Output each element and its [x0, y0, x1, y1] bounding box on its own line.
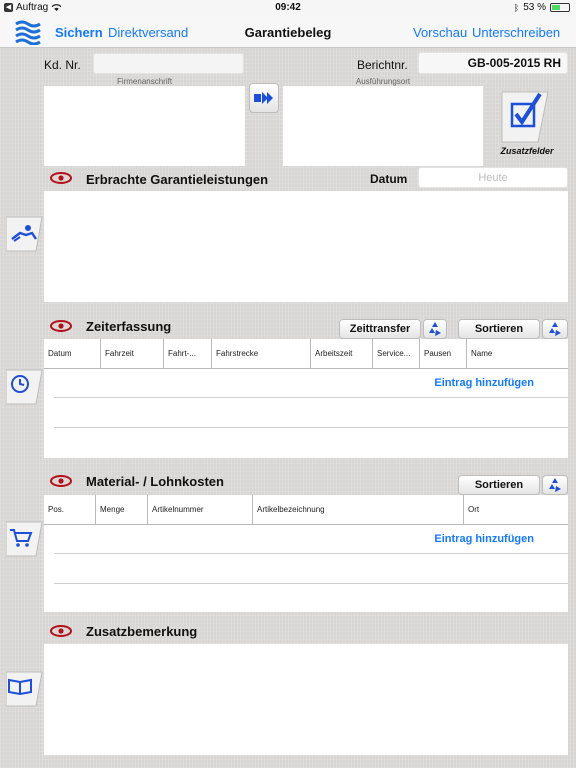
remarks-text-area[interactable] [44, 644, 568, 755]
book-side-button[interactable] [5, 670, 46, 707]
battery-icon [550, 3, 570, 12]
clock-icon [5, 369, 43, 405]
material-recycle-button[interactable] [542, 475, 568, 495]
bluetooth-icon: ᛒ [513, 2, 520, 13]
execution-site-label: Ausführungsort [355, 77, 411, 86]
checkbox-check-icon [501, 91, 549, 143]
time-sort-recycle-button[interactable] [542, 319, 568, 339]
date-label: Datum [370, 172, 408, 186]
cart-icon [5, 521, 43, 557]
recycle-icon [549, 322, 561, 336]
date-input[interactable]: Heute [418, 167, 568, 188]
status-right: ᛒ 53 % [514, 2, 570, 13]
material-sort-button[interactable]: Sortieren [458, 475, 540, 495]
sign-button[interactable]: Unterschreiben [472, 25, 560, 40]
eye-icon[interactable] [50, 625, 72, 637]
status-bar: ◀ Auftrag 09:42 ᛒ 53 % [0, 0, 576, 16]
battery-percent: 53 % [523, 2, 546, 13]
warranty-text-area[interactable] [44, 191, 568, 302]
eye-icon[interactable] [50, 172, 72, 184]
column-header[interactable]: Artikelbezeichnung [253, 495, 464, 525]
navigation-bar: Sichern Direktversand Garantiebeleg Vors… [0, 16, 576, 48]
remarks-title: Zusatzbemerkung [86, 624, 198, 639]
customer-number-field[interactable] [93, 53, 244, 74]
column-header[interactable]: Fahrstrecke [212, 339, 311, 369]
time-table-header: Datum Fahrzeit Fahrt-... Fahrstrecke Arb… [44, 339, 568, 369]
eye-icon[interactable] [50, 320, 72, 332]
table-row[interactable] [54, 398, 568, 428]
table-row[interactable] [54, 554, 568, 584]
double-arrow-right-icon [254, 92, 273, 104]
table-row[interactable]: Eintrag hinzufügen [54, 525, 568, 554]
column-header[interactable]: Menge [96, 495, 148, 525]
preview-button[interactable]: Vorschau [413, 25, 467, 40]
extra-fields-label: Zusatzfelder [500, 146, 554, 156]
waves-logo-icon[interactable] [14, 19, 42, 45]
column-header[interactable]: Pos. [44, 495, 96, 525]
recycle-icon [549, 478, 561, 492]
report-number-field[interactable]: GB-005-2015 RH [418, 52, 568, 74]
time-transfer-button[interactable]: Zeittransfer [339, 319, 421, 339]
material-title: Material- / Lohnkosten [86, 474, 224, 489]
add-time-entry-button[interactable]: Eintrag hinzufügen [434, 377, 534, 389]
time-tracking-table: Datum Fahrzeit Fahrt-... Fahrstrecke Arb… [44, 339, 568, 458]
book-icon [5, 671, 43, 707]
time-recycle-button[interactable] [423, 319, 447, 339]
column-header[interactable]: Arbeitszeit [311, 339, 373, 369]
column-header[interactable]: Artikelnummer [148, 495, 253, 525]
customer-number-label: Kd. Nr. [44, 58, 81, 72]
column-header[interactable]: Pausen [420, 339, 467, 369]
time-tracking-title: Zeiterfassung [86, 319, 172, 334]
material-table: Pos. Menge Artikelnummer Artikelbezeichn… [44, 495, 568, 612]
report-number-value: GB-005-2015 RH [467, 56, 561, 70]
column-header[interactable]: Service... [373, 339, 420, 369]
column-header[interactable]: Ort [464, 495, 568, 525]
status-time: 09:42 [275, 2, 301, 13]
company-address-field[interactable] [44, 86, 245, 166]
worker-side-button[interactable] [5, 215, 46, 252]
copy-address-button[interactable] [249, 83, 279, 113]
time-sort-button[interactable]: Sortieren [458, 319, 540, 339]
warranty-title: Erbrachte Garantieleistungen [86, 172, 269, 187]
direct-send-button[interactable]: Direktversand [108, 25, 188, 40]
cart-side-button[interactable] [5, 520, 46, 557]
eye-icon[interactable] [50, 475, 72, 487]
save-button[interactable]: Sichern [55, 25, 103, 40]
report-number-label: Berichtnr. [357, 58, 408, 72]
recycle-icon [429, 322, 441, 336]
extra-fields-button[interactable]: Zusatzfelder [496, 88, 558, 162]
worker-icon [5, 216, 43, 252]
add-material-entry-button[interactable]: Eintrag hinzufügen [434, 533, 534, 545]
column-header[interactable]: Fahrzeit [101, 339, 164, 369]
clock-side-button[interactable] [5, 368, 46, 405]
column-header[interactable]: Name [467, 339, 568, 369]
execution-site-field[interactable] [283, 86, 483, 166]
material-table-header: Pos. Menge Artikelnummer Artikelbezeichn… [44, 495, 568, 525]
column-header[interactable]: Fahrt-... [164, 339, 212, 369]
company-address-label: Firmenanschrift [116, 77, 173, 86]
column-header[interactable]: Datum [44, 339, 101, 369]
table-row[interactable]: Eintrag hinzufügen [54, 369, 568, 398]
